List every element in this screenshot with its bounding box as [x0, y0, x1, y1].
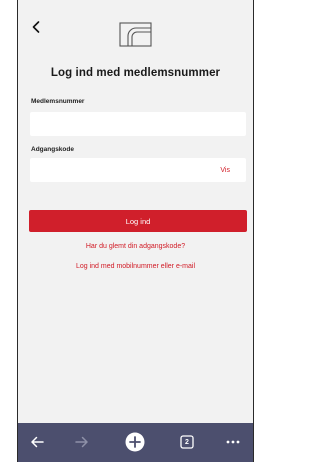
browser-back-button[interactable]: [26, 431, 48, 453]
login-page: Log ind med medlemsnummer Medlemsnummer …: [18, 0, 253, 423]
member-number-input[interactable]: [30, 112, 246, 136]
plus-circle-icon: [125, 432, 145, 452]
forgot-password-link[interactable]: Har du glemt din adgangskode?: [18, 243, 253, 250]
back-button[interactable]: [28, 18, 44, 36]
page-title: Log ind med medlemsnummer: [50, 67, 221, 79]
browser-forward-button[interactable]: [71, 431, 93, 453]
password-input[interactable]: [30, 158, 246, 182]
password-label: Adgangskode: [31, 146, 74, 153]
card-logo-icon: [119, 22, 152, 47]
alt-login-link[interactable]: Log ind med mobilnummer eller e-mail: [18, 263, 253, 270]
member-number-label: Medlemsnummer: [31, 98, 85, 105]
chevron-left-icon: [32, 21, 40, 33]
tabs-button[interactable]: 2: [176, 431, 198, 453]
arrow-right-icon: [75, 436, 88, 448]
show-password-button[interactable]: Vis: [220, 167, 230, 174]
browser-toolbar: 2: [18, 423, 253, 462]
login-button[interactable]: Log ind: [29, 210, 247, 232]
phone-frame: Log ind med medlemsnummer Medlemsnummer …: [17, 0, 254, 462]
more-menu-button[interactable]: [222, 431, 244, 453]
tab-count: 2: [185, 438, 189, 446]
new-tab-button[interactable]: [124, 431, 146, 453]
arrow-left-icon: [31, 436, 44, 448]
more-icon: [226, 440, 240, 444]
